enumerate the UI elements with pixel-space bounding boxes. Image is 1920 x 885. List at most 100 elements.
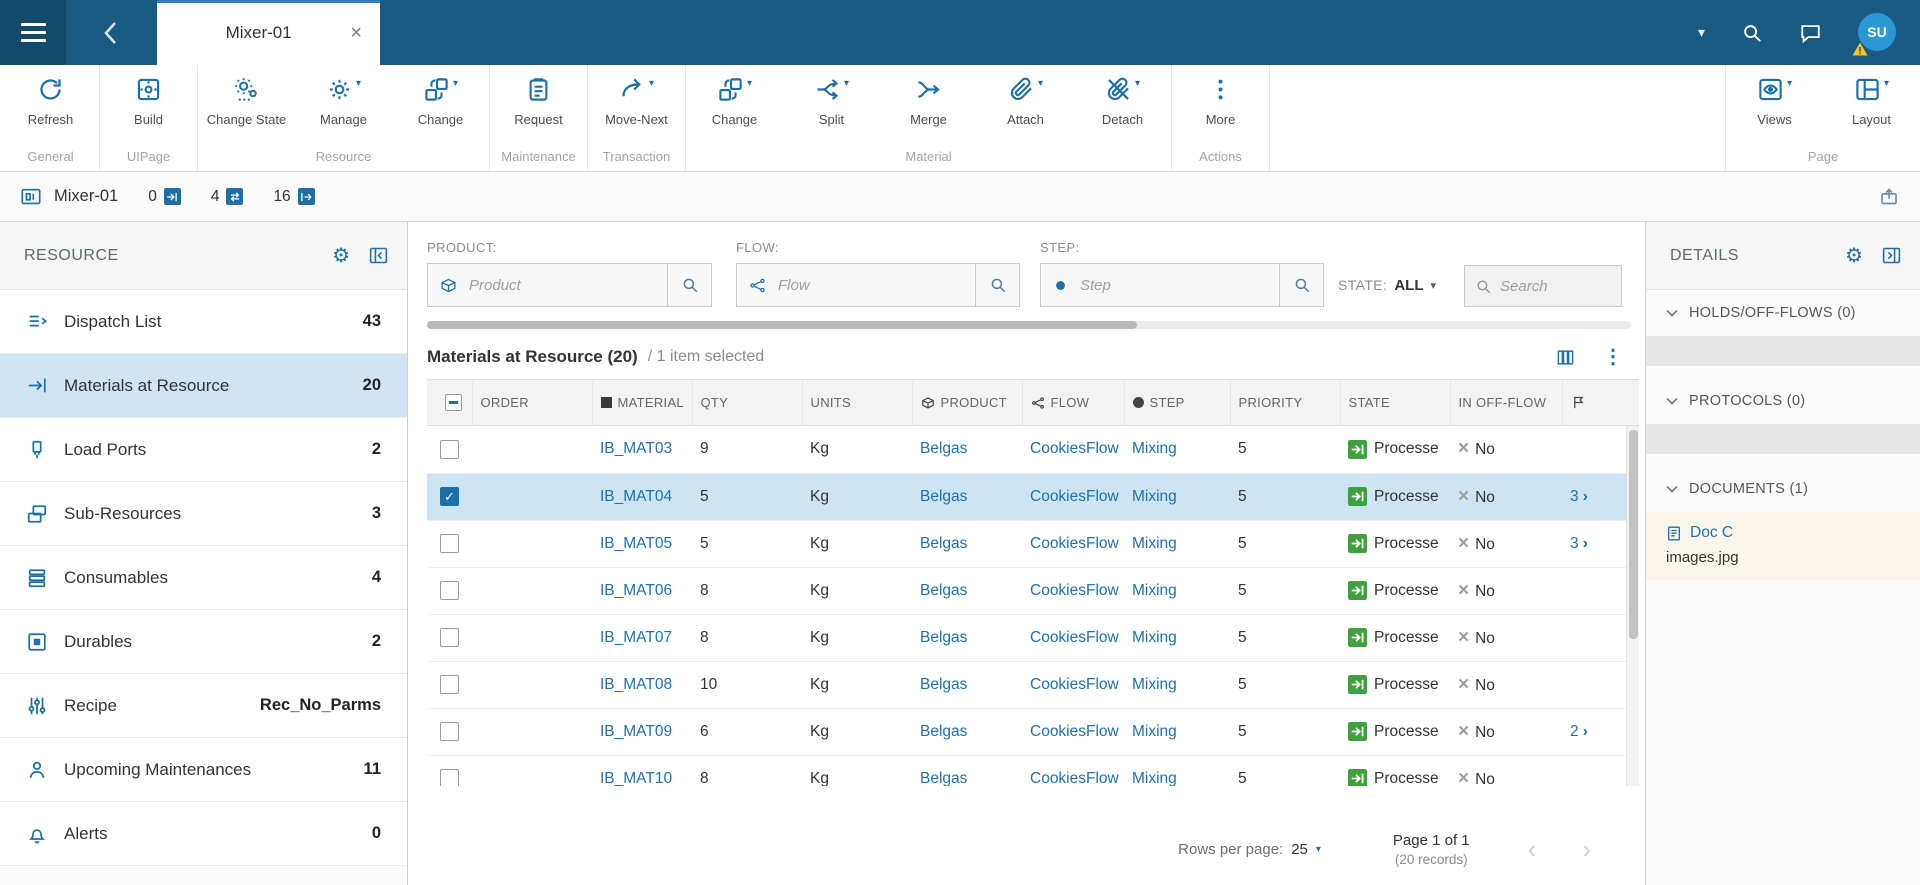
sidebar-item-consumables[interactable]: Consumables 4 <box>0 546 407 610</box>
flow-link[interactable]: CookiesFlow <box>1030 582 1119 599</box>
step-search-button[interactable] <box>1279 264 1323 306</box>
layout-button[interactable]: ▾ Layout <box>1823 65 1920 146</box>
product-link[interactable]: Belgas <box>920 440 967 457</box>
table-row[interactable]: ✓ IB_MAT07 8 Kg Belgas CookiesFlow Mixin… <box>427 614 1639 662</box>
views-button[interactable]: ▾ Views <box>1726 65 1823 146</box>
refresh-button[interactable]: Refresh <box>2 65 99 146</box>
table-row[interactable]: ✓ IB_MAT10 8 Kg Belgas CookiesFlow Mixin… <box>427 755 1639 786</box>
docs-link[interactable]: 3 › <box>1562 488 1588 505</box>
flow-input[interactable] <box>770 276 975 294</box>
table-row[interactable]: ✓ IB_MAT03 9 Kg Belgas CookiesFlow Mixin… <box>427 426 1639 474</box>
row-checkbox[interactable]: ✓ <box>440 534 459 553</box>
collapse-panel-icon[interactable] <box>1881 245 1902 266</box>
back-button[interactable] <box>88 0 132 65</box>
document-link[interactable]: Doc C <box>1690 524 1733 542</box>
horizontal-scrollbar[interactable] <box>427 321 1631 329</box>
attach-button[interactable]: ▾ Attach <box>977 65 1074 146</box>
change-state-button[interactable]: Change State <box>198 65 295 146</box>
merge-button[interactable]: Merge <box>880 65 977 146</box>
flow-filter[interactable] <box>736 263 1020 307</box>
flow-link[interactable]: CookiesFlow <box>1030 676 1119 693</box>
detach-button[interactable]: ▾ Detach <box>1074 65 1171 146</box>
row-checkbox[interactable]: ✓ <box>440 722 459 741</box>
step-link[interactable]: Mixing <box>1132 535 1177 552</box>
column-header-units[interactable]: UNITS <box>802 379 913 426</box>
request-button[interactable]: Request <box>490 65 587 146</box>
flow-link[interactable]: CookiesFlow <box>1030 723 1119 740</box>
search-button[interactable] <box>1741 22 1763 44</box>
gear-icon[interactable]: ⚙ <box>332 246 350 266</box>
change-material-button[interactable]: ▾ Change <box>686 65 783 146</box>
column-header-qty[interactable]: QTY <box>692 379 803 426</box>
grid-search-input[interactable] <box>1500 277 1612 295</box>
next-page-button[interactable]: › <box>1582 836 1591 862</box>
chat-button[interactable] <box>1799 22 1822 44</box>
change-resource-button[interactable]: ▾ Change <box>392 65 489 146</box>
more-button[interactable]: More <box>1172 65 1269 146</box>
material-link[interactable]: IB_MAT04 <box>600 488 672 505</box>
table-row[interactable]: ✓ IB_MAT08 10 Kg Belgas CookiesFlow Mixi… <box>427 661 1639 709</box>
product-link[interactable]: Belgas <box>920 770 967 787</box>
material-link[interactable]: IB_MAT08 <box>600 676 672 693</box>
step-link[interactable]: Mixing <box>1132 770 1177 787</box>
product-input[interactable] <box>461 276 667 294</box>
grid-search-box[interactable] <box>1464 265 1623 307</box>
document-item[interactable]: Doc C images.jpg <box>1646 512 1920 580</box>
step-filter[interactable] <box>1040 263 1324 307</box>
material-link[interactable]: IB_MAT03 <box>600 440 672 457</box>
step-link[interactable]: Mixing <box>1132 488 1177 505</box>
section-documents[interactable]: DOCUMENTS (1) <box>1646 466 1920 512</box>
counter-2[interactable]: 4 <box>211 188 244 206</box>
select-all-checkbox[interactable] <box>444 394 462 411</box>
product-link[interactable]: Belgas <box>920 488 967 505</box>
table-row[interactable]: ✓ IB_MAT05 5 Kg Belgas CookiesFlow Mixin… <box>427 520 1639 568</box>
step-link[interactable]: Mixing <box>1132 676 1177 693</box>
scrollbar-thumb[interactable] <box>1629 430 1638 639</box>
vertical-scrollbar[interactable] <box>1626 426 1639 786</box>
step-link[interactable]: Mixing <box>1132 629 1177 646</box>
column-header-flow[interactable]: FLOW <box>1022 379 1125 426</box>
column-header-product[interactable]: PRODUCT <box>912 379 1023 426</box>
docs-link[interactable]: 3 › <box>1562 535 1588 552</box>
column-chooser-icon[interactable] <box>1556 348 1575 367</box>
menu-button[interactable] <box>0 0 66 65</box>
popout-button[interactable] <box>1879 186 1900 207</box>
product-link[interactable]: Belgas <box>920 535 967 552</box>
table-row[interactable]: ✓ IB_MAT06 8 Kg Belgas CookiesFlow Mixin… <box>427 567 1639 615</box>
row-checkbox[interactable]: ✓ <box>440 628 459 647</box>
collapse-panel-icon[interactable] <box>368 245 389 266</box>
grid-menu-button[interactable]: ⋮ <box>1603 347 1623 367</box>
flow-link[interactable]: CookiesFlow <box>1030 488 1119 505</box>
material-link[interactable]: IB_MAT10 <box>600 770 672 787</box>
sidebar-item-alerts[interactable]: Alerts 0 <box>0 802 407 866</box>
sidebar-item-sub-resources[interactable]: Sub-Resources 3 <box>0 482 407 546</box>
state-filter-dropdown[interactable]: STATE: ALL ▾ <box>1338 263 1436 307</box>
step-input[interactable] <box>1072 276 1279 294</box>
flow-link[interactable]: CookiesFlow <box>1030 440 1119 457</box>
material-link[interactable]: IB_MAT07 <box>600 629 672 646</box>
product-link[interactable]: Belgas <box>920 582 967 599</box>
column-header-docs[interactable] <box>1562 379 1639 426</box>
row-checkbox[interactable]: ✓ <box>440 439 459 459</box>
table-row[interactable]: ✓ IB_MAT09 6 Kg Belgas CookiesFlow Mixin… <box>427 708 1639 756</box>
sidebar-item-materials-at-resource[interactable]: Materials at Resource 20 <box>0 354 407 418</box>
split-button[interactable]: ▾ Split <box>783 65 880 146</box>
flow-link[interactable]: CookiesFlow <box>1030 770 1119 787</box>
step-link[interactable]: Mixing <box>1132 582 1177 599</box>
close-icon[interactable]: × <box>346 21 366 45</box>
flow-link[interactable]: CookiesFlow <box>1030 535 1119 552</box>
sidebar-item-durables[interactable]: Durables 2 <box>0 610 407 674</box>
row-checkbox[interactable]: ✓ <box>440 675 459 694</box>
section-protocols[interactable]: PROTOCOLS (0) <box>1646 378 1920 424</box>
product-link[interactable]: Belgas <box>920 723 967 740</box>
column-header-state[interactable]: STATE <box>1340 379 1451 426</box>
column-header-in-off-flow[interactable]: IN OFF-FLOW <box>1450 379 1563 426</box>
manage-button[interactable]: ▾ Manage <box>295 65 392 146</box>
gear-icon[interactable]: ⚙ <box>1845 246 1863 266</box>
material-link[interactable]: IB_MAT06 <box>600 582 672 599</box>
product-filter[interactable] <box>427 263 712 307</box>
product-link[interactable]: Belgas <box>920 629 967 646</box>
scrollbar-thumb[interactable] <box>427 321 1138 329</box>
sidebar-item-dispatch-list[interactable]: Dispatch List 43 <box>0 290 407 354</box>
flow-link[interactable]: CookiesFlow <box>1030 629 1119 646</box>
